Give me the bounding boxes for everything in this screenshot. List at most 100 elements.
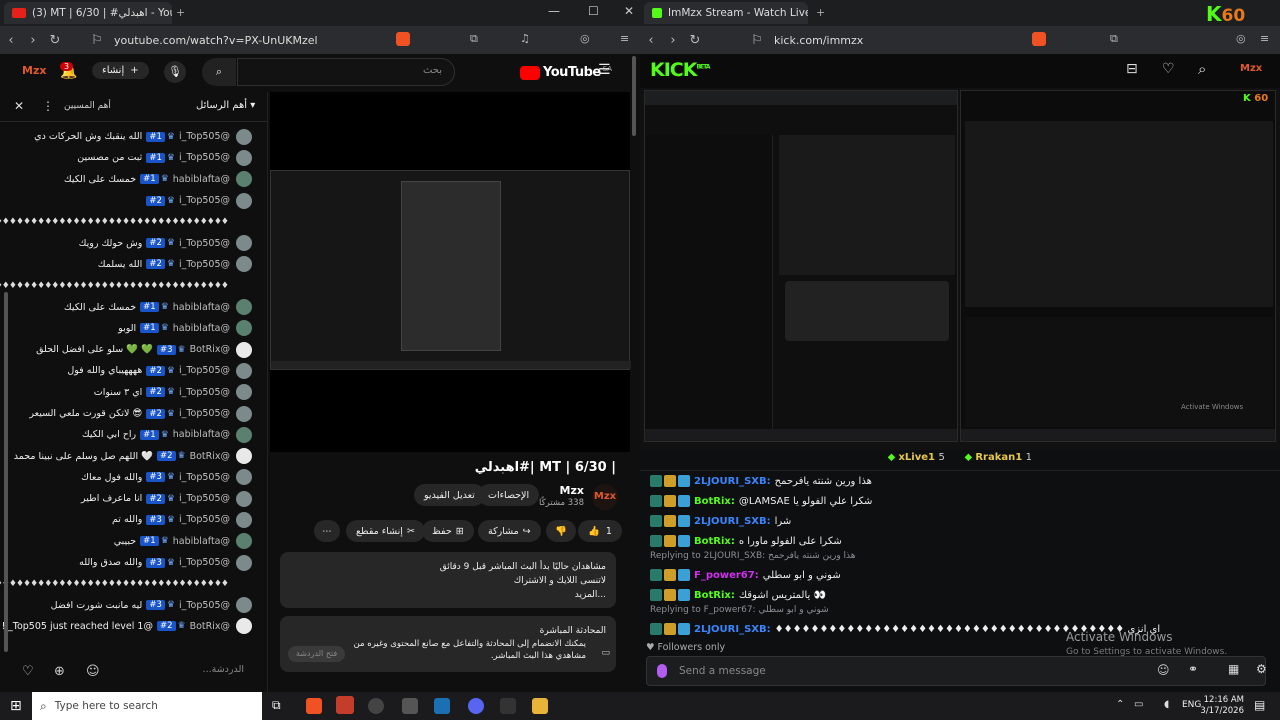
channel-name[interactable]: Mzx (540, 484, 584, 497)
menu-icon[interactable]: ≡ (620, 32, 629, 45)
following-heart-icon[interactable]: ♡ (1162, 61, 1175, 77)
chat-message[interactable]: @i_Top505 ♛ #2 😎 لاتكن قورت ملعي السيعر (0, 403, 268, 424)
chat-author-avatar[interactable] (236, 533, 252, 550)
kick-chat-message[interactable]: 2LJOURI_SXB: شرا (650, 512, 791, 530)
like-heart-icon[interactable]: ♡ (22, 664, 34, 679)
kick-chat-author[interactable]: 2LJOURI_SXB: (694, 476, 771, 487)
chat-author-avatar[interactable] (236, 511, 252, 528)
chat-mode-dropdown[interactable]: ▾ أهم الرسائل (196, 100, 255, 111)
file-explorer-taskbar-icon[interactable] (532, 698, 548, 714)
steam-taskbar-icon[interactable] (434, 698, 450, 714)
chat-message[interactable]: @BotRix ♛ #2 @i_Top505 just reached level 1… (0, 616, 268, 637)
kick-chat-message[interactable]: 2LJOURI_SXB: هذا ورين شنته يافرحمح (650, 472, 872, 490)
settings-gear-icon[interactable]: ⚙ (1256, 662, 1267, 676)
kick-chat-author[interactable]: BotRix: (694, 590, 735, 601)
chat-author-avatar[interactable] (236, 149, 252, 166)
channel-avatar[interactable]: Mzx (22, 64, 46, 77)
chat-author-name[interactable]: @habiblafta (173, 174, 230, 185)
chat-author-name[interactable]: @i_Top505 (179, 131, 230, 142)
obs-taskbar-icon[interactable] (368, 698, 384, 714)
viewer-chip[interactable]: ⬥ xLive1 5 (888, 452, 945, 470)
chat-message[interactable]: @i_Top505 ♛ #2 ههههيباي والله فول (0, 360, 268, 381)
chat-message[interactable]: @habiblafta ♛ #1 خمسك على الكيك (0, 296, 268, 317)
getter-taskbar-icon[interactable] (336, 696, 354, 714)
app-taskbar-icon[interactable] (402, 698, 418, 714)
chat-author-avatar[interactable] (236, 597, 252, 614)
hamburger-menu-icon[interactable]: ☰ (598, 62, 611, 78)
extensions-icon-kick[interactable]: ⧉ (1110, 32, 1118, 46)
taskbar-search[interactable]: ⌕ Type here to search (32, 692, 262, 720)
chat-message[interactable]: @i_Top505 ♛ #2 اي ٣ سنوات (0, 382, 268, 403)
top-supporters[interactable]: أهم المسيين (64, 101, 111, 111)
kick-chat-author[interactable]: 2LJOURI_SXB: (694, 624, 771, 635)
create-button[interactable]: إنشاء + (92, 62, 149, 79)
tray-arrow-icon[interactable]: ⌃ (1116, 699, 1124, 710)
chat-author-name[interactable]: @habiblafta (173, 429, 230, 440)
chat-message[interactable]: @i_Top505 ♛ #2 (0, 190, 268, 211)
chat-author-avatar[interactable] (236, 448, 252, 465)
tab-youtube[interactable]: (3) MT | 6/30 | #اهبدلي - YouTube (4, 2, 172, 24)
extensions-icon[interactable]: ⧉ (470, 32, 478, 46)
video-description[interactable]: مشاهدان حاليًا بدأ البث المباشر قبل 9 دق… (280, 552, 616, 608)
chat-input[interactable]: الدردشة... (110, 664, 244, 675)
user-avatar-kick[interactable]: Mzx (1240, 63, 1262, 74)
search-icon[interactable]: ⌕ (202, 58, 236, 86)
analytics-button[interactable]: الإحصاءات (478, 484, 540, 506)
chat-message[interactable]: @BotRix ♛ #3 💚 💚 سلو على افضل الحلق (0, 339, 268, 360)
brave-shield-icon-kick[interactable] (1032, 32, 1046, 46)
chat-author-name[interactable]: @i_Top505 (179, 557, 230, 568)
share-button[interactable]: مشاركة ↪ (478, 520, 541, 542)
chat-author-avatar[interactable] (236, 341, 252, 358)
close-chat-icon[interactable]: ✕ (14, 99, 24, 113)
chat-message[interactable]: @i_Top505 ♛ #3 ليه مانبت شورت افضل (0, 595, 268, 616)
chat-author-avatar[interactable] (236, 469, 252, 486)
chat-author-name[interactable]: @BotRix (190, 621, 230, 632)
chat-author-avatar[interactable] (236, 618, 252, 635)
kick-chat-message[interactable]: BotRix: شكرا على الفولو ماورا ه (650, 532, 842, 550)
chat-message[interactable]: @habiblafta ♛ #1 راح ابي الكيك (0, 424, 268, 445)
chat-author-avatar[interactable] (236, 490, 252, 507)
save-button[interactable]: حفظ ⊞ (422, 520, 474, 542)
search-icon-kick[interactable]: ⌕ (1198, 60, 1206, 78)
chat-author-avatar[interactable] (236, 320, 252, 337)
clock[interactable]: 12:16 AM 3/17/2026 (1200, 695, 1244, 717)
wallet-icon-kick[interactable]: ◎ (1236, 32, 1246, 45)
network-icon[interactable]: ▭ (1134, 699, 1143, 710)
discord-taskbar-icon[interactable] (468, 698, 484, 714)
new-tab-button-kick[interactable]: + (816, 6, 825, 19)
bookmark-icon-kick[interactable]: ⚐ (746, 33, 768, 48)
minimize-button[interactable]: — (548, 4, 560, 18)
super-chat-icon[interactable]: ⊕ (54, 664, 65, 679)
like-button[interactable]: 👍 1 (578, 520, 622, 542)
chat-message[interactable]: @i_Top505 ♛ #1 ثبت من مصسين (0, 147, 268, 168)
chat-message[interactable]: @habiblafta ♛ #1 خمسك على الكيك (0, 169, 268, 190)
gift-icon[interactable]: ▦ (1228, 662, 1239, 676)
emoji-icon-kick[interactable]: ☺ (1157, 663, 1170, 677)
chat-message[interactable]: @i_Top505 ♛ #3 والله صدق والله (0, 552, 268, 573)
channel-avatar-video[interactable]: Mzx (592, 484, 618, 510)
chat-message[interactable]: @i_Top505 ♛ #2 وش حولك رويك (0, 232, 268, 253)
page-scrollbar[interactable] (632, 56, 636, 136)
send-message-input[interactable]: Send a message ☺ (646, 656, 1266, 686)
dislike-button[interactable]: 👎 (546, 520, 576, 542)
stream-player[interactable]: K 60 Activate Windows (640, 88, 1280, 450)
url-text-kick[interactable]: kick.com/immzx (774, 34, 863, 47)
chat-author-name[interactable]: @i_Top505 (179, 514, 230, 525)
chat-message[interactable]: @i_Top505 ♛ #2 انا ماعرف اطير (0, 488, 268, 509)
chat-author-name[interactable]: @i_Top505 (179, 365, 230, 376)
kick-chat-message[interactable]: F_power67: شوني و ابو سطلي (650, 566, 841, 584)
chat-author-name[interactable]: @BotRix (190, 344, 230, 355)
chat-message[interactable]: @i_Top505 ♛ #3 والله تم (0, 509, 268, 530)
brave-taskbar-icon[interactable] (306, 698, 322, 714)
description-more[interactable]: ...المزيد (290, 588, 606, 602)
edit-video-button[interactable]: تعديل الفيديو (414, 484, 485, 506)
chat-author-avatar[interactable] (236, 235, 252, 252)
chat-scrollbar[interactable] (4, 292, 8, 652)
chat-message[interactable]: @habiblafta ♛ #1 الوبو (0, 318, 268, 339)
music-icon[interactable]: ♫ (520, 32, 530, 45)
chat-author-name[interactable]: @i_Top505 (179, 259, 230, 270)
chat-message[interactable]: @i_Top505 ♛ #1 الله ينقبك وش الحركات دي (0, 126, 268, 147)
menu-icon-kick[interactable]: ≡ (1260, 32, 1269, 45)
kick-chat-author[interactable]: 2LJOURI_SXB: (694, 516, 771, 527)
forward-icon[interactable]: › (22, 33, 44, 48)
